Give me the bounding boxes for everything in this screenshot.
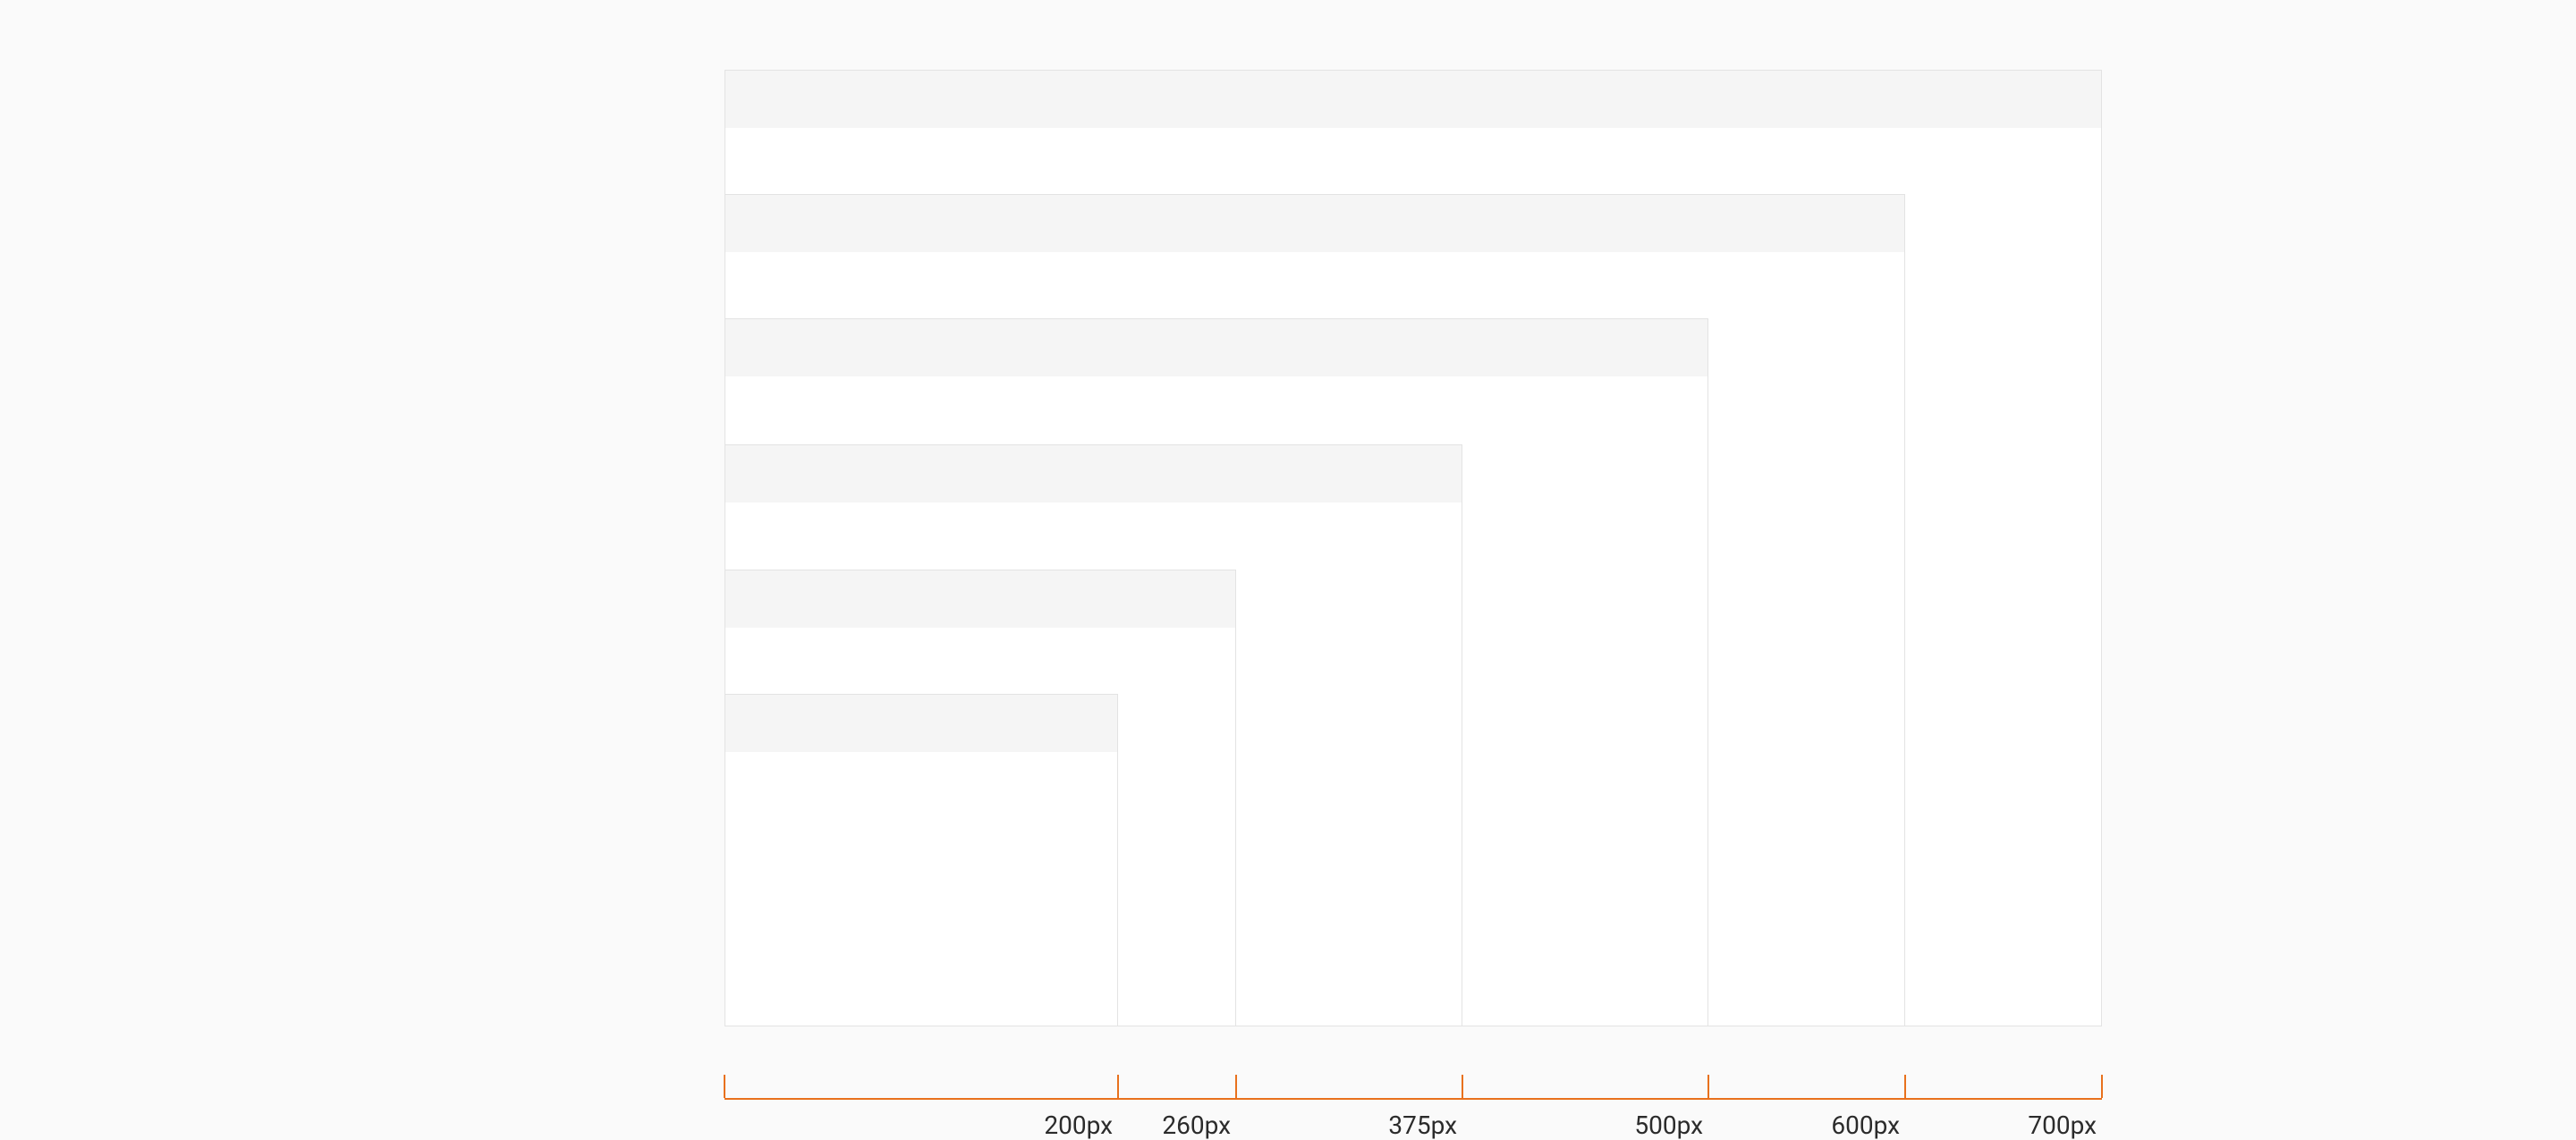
axis-tick-700 (2101, 1075, 2103, 1098)
panel-header (725, 71, 2101, 128)
axis-tick-500 (1707, 1075, 1709, 1098)
axis-tick-600 (1904, 1075, 1906, 1098)
axis-tick-0 (724, 1075, 725, 1098)
stage: 200px260px375px500px600px700px (0, 0, 2576, 1128)
axis-baseline (724, 1098, 2102, 1100)
axis-tick-375 (1462, 1075, 1463, 1098)
panel-header (725, 570, 1235, 628)
size-panel-200 (724, 694, 1118, 1026)
axis-label-200: 200px (1044, 1110, 1118, 1140)
panel-header (725, 445, 1462, 502)
axis-tick-200 (1117, 1075, 1119, 1098)
axis-label-500: 500px (1634, 1110, 1708, 1140)
axis-tick-260 (1235, 1075, 1237, 1098)
axis-label-375: 375px (1388, 1110, 1462, 1140)
panel-header (725, 319, 1707, 376)
panel-header (725, 195, 1904, 252)
width-axis: 200px260px375px500px600px700px (724, 1098, 2102, 1125)
panel-header (725, 695, 1117, 752)
size-diagram: 200px260px375px500px600px700px (724, 70, 2102, 1098)
axis-label-260: 260px (1162, 1110, 1236, 1140)
axis-label-700: 700px (2028, 1110, 2102, 1140)
plot-area (724, 70, 2102, 1026)
axis-label-600: 600px (1831, 1110, 1905, 1140)
